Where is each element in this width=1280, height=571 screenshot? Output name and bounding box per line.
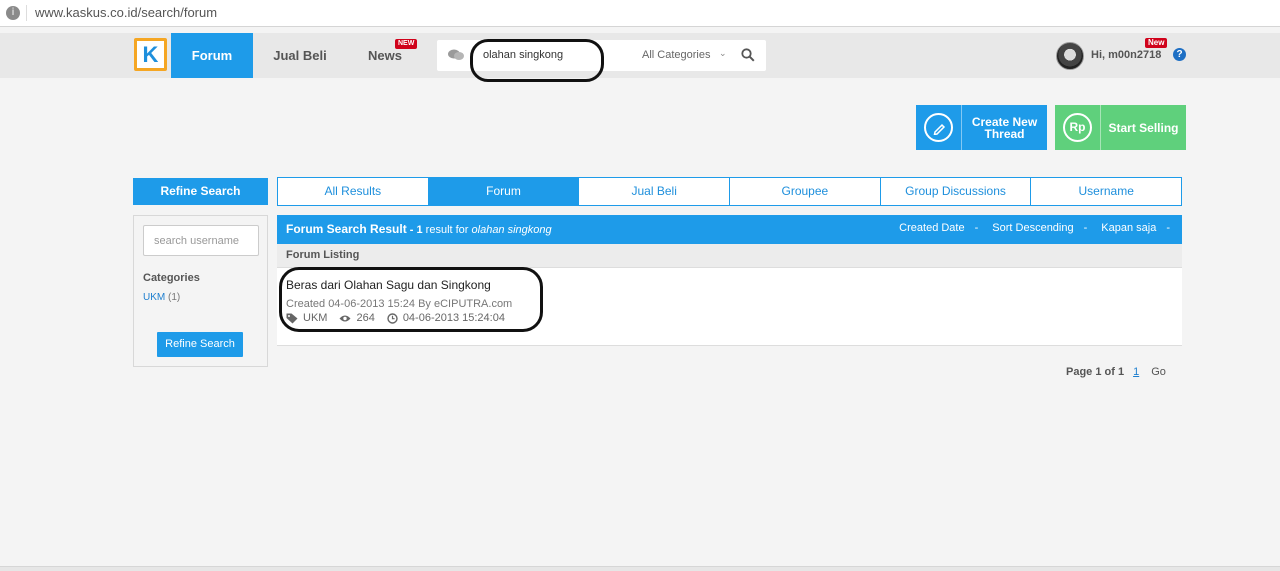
- results-heading: Forum Search Result: [286, 222, 407, 236]
- chevron-down-icon: -: [1083, 222, 1088, 234]
- results-header: Forum Search Result - 1 result for olaha…: [277, 215, 1182, 244]
- news-new-badge: NEW: [395, 39, 418, 49]
- page-number-link[interactable]: 1: [1133, 366, 1139, 378]
- sort-time-range[interactable]: Kapan saja -: [1101, 222, 1170, 234]
- search-icon[interactable]: [741, 48, 755, 62]
- tab-jual-beli[interactable]: Jual Beli: [579, 178, 731, 205]
- categories-title: Categories: [143, 272, 200, 284]
- tab-groupee[interactable]: Groupee: [730, 178, 881, 205]
- tab-group-discussions[interactable]: Group Discussions: [881, 178, 1032, 205]
- results-title: Forum Search Result - 1 result for olaha…: [286, 222, 552, 236]
- eye-icon: [339, 315, 351, 321]
- category-select[interactable]: All Categories: [642, 49, 710, 61]
- result-tabs: All Results Forum Jual Beli Groupee Grou…: [277, 177, 1182, 206]
- forum-listing-label: Forum Listing: [277, 244, 1182, 268]
- thread-views: 264: [339, 312, 375, 324]
- tab-all-results[interactable]: All Results: [278, 178, 429, 205]
- refine-search-header: Refine Search: [133, 178, 268, 205]
- pagination: Page 1 of 1 1 Go: [1066, 366, 1166, 378]
- user-greeting[interactable]: Hi, m00n2718: [1091, 49, 1161, 61]
- create-thread-label: Create New Thread: [971, 114, 1038, 141]
- search-box: All Categories ⌄: [437, 40, 766, 71]
- site-info-icon[interactable]: i: [6, 6, 20, 20]
- start-selling-icon-area: Rp: [1055, 105, 1101, 150]
- category-filter-item: UKM (1): [143, 292, 180, 303]
- create-thread-button[interactable]: Create New Thread: [916, 105, 1047, 150]
- thread-meta: Created 04-06-2013 15:24 By eCIPUTRA.com: [286, 298, 513, 310]
- chevron-down-icon: -: [974, 222, 979, 234]
- refine-search-button[interactable]: Refine Search: [157, 332, 243, 357]
- thread-title-link[interactable]: Beras dari Olahan Sagu dan Singkong: [286, 278, 491, 292]
- browser-address-bar: i www.kaskus.co.id/search/forum: [0, 0, 1280, 27]
- thread-category: UKM: [286, 312, 327, 324]
- thread-last-post: 04-06-2013 15:24:04: [387, 312, 505, 324]
- category-link-ukm[interactable]: UKM: [143, 292, 165, 303]
- avatar[interactable]: [1056, 42, 1084, 70]
- page-info: Page 1 of 1: [1066, 366, 1125, 378]
- tag-icon: [286, 313, 298, 323]
- sort-controls: Created Date - Sort Descending - Kapan saj…: [885, 222, 1170, 234]
- category-count: (1): [168, 292, 181, 303]
- create-thread-icon-area: [916, 105, 962, 150]
- chevron-down-icon: -: [1166, 222, 1170, 234]
- sort-created-date[interactable]: Created Date -: [899, 222, 978, 234]
- sort-created-date-label: Created Date: [899, 222, 965, 234]
- sort-order[interactable]: Sort Descending -: [992, 222, 1087, 234]
- rupiah-icon: Rp: [1063, 113, 1092, 142]
- help-icon[interactable]: ?: [1173, 48, 1186, 61]
- go-button[interactable]: Go: [1151, 366, 1166, 378]
- thread-category-label[interactable]: UKM: [303, 312, 327, 324]
- thread-stats: UKM 264 04-06-2013 15:24:04: [286, 312, 517, 324]
- sort-time-range-label: Kapan saja: [1101, 222, 1157, 234]
- chat-bubble-icon: [448, 49, 464, 60]
- tab-forum[interactable]: Forum: [428, 178, 580, 205]
- thread-views-count: 264: [356, 312, 375, 324]
- results-query: olahan singkong: [471, 224, 552, 236]
- nav-tab-forum[interactable]: Forum: [171, 33, 253, 78]
- sort-order-label: Sort Descending: [992, 222, 1074, 234]
- table-row: Beras dari Olahan Sagu dan Singkong Crea…: [277, 268, 1182, 346]
- url-text[interactable]: www.kaskus.co.id/search/forum: [35, 5, 217, 20]
- kaskus-logo[interactable]: K: [134, 38, 167, 71]
- tab-username[interactable]: Username: [1031, 178, 1181, 205]
- results-for-text: result for: [422, 224, 472, 236]
- user-new-badge: New: [1145, 38, 1168, 48]
- start-selling-button[interactable]: Rp Start Selling: [1055, 105, 1186, 150]
- divider: [26, 5, 27, 21]
- refine-panel: Categories UKM (1) Refine Search: [133, 215, 268, 367]
- footer-divider: [0, 566, 1280, 571]
- username-search-input[interactable]: [143, 225, 259, 256]
- results-count: - 1: [406, 224, 423, 236]
- clock-icon: [387, 312, 398, 324]
- chevron-down-icon[interactable]: ⌄: [719, 48, 727, 59]
- start-selling-label: Start Selling: [1108, 120, 1179, 135]
- pencil-icon: [924, 113, 953, 142]
- search-input[interactable]: [483, 46, 633, 64]
- thread-last-post-time: 04-06-2013 15:24:04: [402, 312, 505, 324]
- top-navbar: K Forum Jual Beli News NEW All Categorie…: [0, 33, 1280, 78]
- nav-tab-jual-beli[interactable]: Jual Beli: [260, 33, 340, 78]
